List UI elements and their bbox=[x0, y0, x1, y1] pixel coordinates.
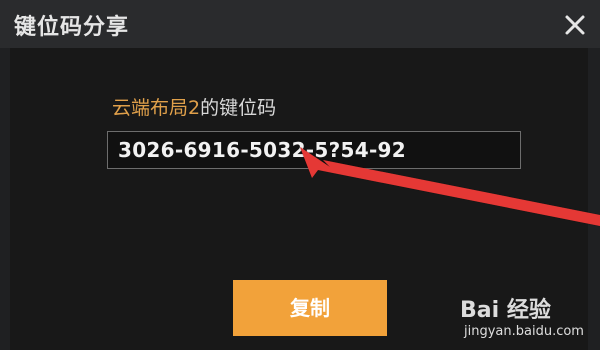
close-icon bbox=[565, 15, 585, 35]
dialog-title: 键位码分享 bbox=[14, 15, 130, 40]
copy-button[interactable]: 复制 bbox=[233, 280, 387, 336]
layout-code-label: 云端布局2的键位码 bbox=[112, 93, 276, 120]
watermark-logo: Bai 经验 bbox=[460, 298, 551, 323]
keymap-code-value: 3026-6916-5032-5?54-92 bbox=[118, 138, 406, 162]
layout-name-suffix: 的键位码 bbox=[200, 97, 277, 119]
dialog-title-bar: 键位码分享 bbox=[0, 0, 600, 48]
layout-number: 2 bbox=[188, 97, 201, 119]
watermark-url: jingyan.baidu.com bbox=[464, 324, 584, 339]
close-button[interactable] bbox=[560, 10, 590, 40]
layout-name-prefix: 云端布局 bbox=[112, 97, 189, 119]
keymap-code-field[interactable]: 3026-6916-5032-5?54-92 bbox=[107, 131, 521, 169]
baidu-jingyan-watermark: Bai 经验 jingyan.baidu.com bbox=[460, 292, 596, 344]
